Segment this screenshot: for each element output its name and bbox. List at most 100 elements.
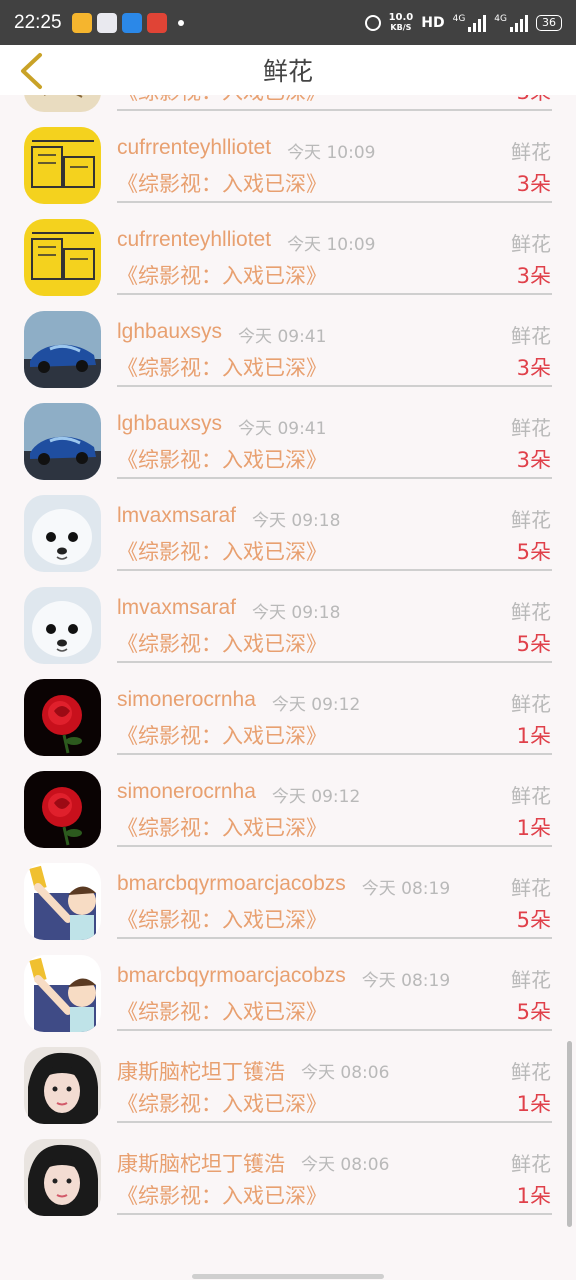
avatar-image: [24, 127, 101, 204]
video-app-icon: [121, 12, 142, 33]
program-title-link[interactable]: 《综影视：入戏已深》: [117, 1180, 327, 1210]
yellow-comic-avatar[interactable]: [24, 127, 101, 204]
avatar-image: [24, 1047, 101, 1124]
gift-type-label: 鲜花: [511, 140, 551, 164]
program-title-link[interactable]: 《综影视：入戏已深》: [117, 904, 327, 934]
cartoon-sketch-avatar[interactable]: [24, 95, 101, 112]
net-type-label: 4G: [452, 13, 466, 24]
gift-type-label: 鲜花: [511, 1152, 551, 1176]
list-item[interactable]: 康斯脑柁坦丁镬浩 今天 08:06 鲜花 《综影视：入戏已深》 1朵: [0, 1035, 576, 1127]
cartoon-selfie-avatar[interactable]: [24, 863, 101, 940]
row-divider: [117, 109, 552, 111]
user-name[interactable]: bmarcbqyrmoarcjacobzs: [117, 872, 346, 896]
weibo-icon: [71, 12, 92, 33]
row-divider: [117, 937, 552, 939]
avatar-image: [24, 95, 101, 112]
avatar-image: [24, 1139, 101, 1216]
home-indicator[interactable]: [192, 1274, 384, 1279]
gift-time: 今天 09:41: [238, 327, 327, 347]
hd-label: HD: [421, 14, 445, 31]
list-item[interactable]: cufrrenteyhlliotet 今天 10:09 鲜花 《综影视：入戏已深》 3朵: [0, 115, 576, 207]
blue-car-avatar[interactable]: [24, 403, 101, 480]
program-title-link[interactable]: 《综影视：入戏已深》: [117, 996, 327, 1026]
list-item[interactable]: 康斯脑柁坦丁镬浩 今天 08:06 鲜花 《综影视：入戏已深》 1朵: [0, 1127, 576, 1219]
user-name[interactable]: cufrrenteyhlliotet: [117, 136, 271, 160]
program-title-link[interactable]: 《综影视：入戏已深》: [117, 1088, 327, 1118]
girl-photo-avatar[interactable]: [24, 1047, 101, 1124]
cartoon-selfie-avatar[interactable]: [24, 955, 101, 1032]
flower-gift-list[interactable]: ds驍盔5努剱今天 10:12鲜花《综影视：入戏已深》3朵cufrrenteyh…: [0, 95, 576, 1280]
white-seal-avatar[interactable]: [24, 587, 101, 664]
avatar-image: [24, 403, 101, 480]
user-name[interactable]: bmarcbqyrmoarcjacobzs: [117, 964, 346, 988]
gift-type-label: 鲜花: [511, 968, 551, 992]
flower-count: 3朵: [516, 264, 551, 288]
program-title-link[interactable]: 《综影视：入戏已深》: [117, 812, 327, 842]
back-button[interactable]: [14, 51, 48, 91]
row-divider: [117, 1029, 552, 1031]
battery-icon: 36: [536, 14, 562, 31]
red-rose-avatar[interactable]: [24, 771, 101, 848]
user-name[interactable]: 康斯脑柁坦丁镬浩: [117, 1056, 285, 1086]
gift-type-label: 鲜花: [511, 508, 551, 532]
gift-time: 今天 09:12: [271, 695, 361, 715]
list-item[interactable]: lmvaxmsaraf 今天 09:18 鲜花 《综影视：入戏已深》 5朵: [0, 575, 576, 667]
list-item[interactable]: lghbauxsys 今天 09:41 鲜花 《综影视：入戏已深》 3朵: [0, 391, 576, 483]
avatar-image: [24, 955, 101, 1032]
yellow-comic-avatar[interactable]: [24, 219, 101, 296]
user-name[interactable]: 康斯脑柁坦丁镬浩: [117, 1148, 285, 1178]
flower-count: 3朵: [517, 95, 551, 106]
avatar-image: [24, 219, 101, 296]
user-name[interactable]: lghbauxsys: [117, 320, 222, 344]
gift-time: 今天 09:41: [238, 419, 327, 439]
program-title-link[interactable]: 《综影视：入戏已深》: [117, 720, 327, 750]
youku-icon: [96, 12, 117, 33]
list-item[interactable]: bmarcbqyrmoarcjacobzs 今天 08:19 鲜花 《综影视：入戏已深…: [0, 851, 576, 943]
gift-time: 今天 09:18: [252, 511, 341, 531]
program-title-link[interactable]: 《综影视：入戏已深》: [117, 628, 327, 658]
gift-type-label: 鲜花: [511, 600, 551, 624]
list-item[interactable]: lmvaxmsaraf 今天 09:18 鲜花 《综影视：入戏已深》 5朵: [0, 483, 576, 575]
blue-car-avatar[interactable]: [24, 311, 101, 388]
flower-count: 1朵: [516, 816, 551, 840]
avatar-image: [24, 311, 101, 388]
list-item[interactable]: lghbauxsys 今天 09:41 鲜花 《综影视：入戏已深》 3朵: [0, 299, 576, 391]
page-title: 鲜花: [262, 57, 313, 86]
list-item[interactable]: bmarcbqyrmoarcjacobzs 今天 08:19 鲜花《综影视：入戏已深…: [0, 943, 576, 1035]
program-title-link[interactable]: 《综影视：入戏已深》: [117, 444, 327, 474]
program-title-link[interactable]: 《综影视：入戏已深》: [117, 95, 327, 106]
list-item[interactable]: simonerocrnha 今天 09:12 鲜花 《综影视：入戏已深》 1朵: [0, 667, 576, 759]
user-name[interactable]: lmvaxmsaraf: [117, 504, 236, 528]
flower-count: 3朵: [516, 448, 551, 472]
red-rose-avatar[interactable]: [24, 679, 101, 756]
girl-photo-avatar[interactable]: [24, 1139, 101, 1216]
program-title-link[interactable]: 《综影视：入戏已深》: [117, 352, 327, 382]
gift-type-label: 鲜花: [511, 1060, 551, 1084]
gift-type-label: 鲜花: [511, 692, 551, 716]
speed-value: 10.0: [388, 11, 414, 23]
list-item[interactable]: ds驍盔5努剱今天 10:12鲜花《综影视：入戏已深》3朵: [0, 95, 576, 115]
avatar-image: [24, 679, 101, 756]
list-item[interactable]: cufrrenteyhlliotet 今天 10:09 鲜花 《综影视：入戏已深》 3朵: [0, 207, 576, 299]
row-divider: [117, 201, 552, 203]
user-name[interactable]: simonerocrnha: [117, 780, 256, 804]
gift-time: 今天 08:19: [361, 971, 451, 991]
scrollbar[interactable]: [567, 1041, 572, 1227]
row-divider: [117, 1121, 552, 1123]
program-title-link[interactable]: 《综影视：入戏已深》: [117, 536, 327, 566]
user-name[interactable]: lmvaxmsaraf: [117, 596, 236, 620]
flower-count: 5朵: [516, 632, 551, 656]
gift-time: 今天 08:06: [300, 1155, 390, 1175]
user-name[interactable]: simonerocrnha: [117, 688, 256, 712]
network-speed: 10.0 KB/S: [388, 11, 414, 33]
notification-icons: [71, 12, 184, 33]
list-item[interactable]: simonerocrnha 今天 09:12 鲜花 《综影视：入戏已深》 1朵: [0, 759, 576, 851]
gift-time: 今天 08:19: [361, 879, 451, 899]
chevron-left-icon: [21, 53, 42, 89]
program-title-link[interactable]: 《综影视：入戏已深》: [117, 260, 327, 290]
program-title-link[interactable]: 《综影视：入戏已深》: [117, 168, 327, 198]
white-seal-avatar[interactable]: [24, 495, 101, 572]
user-name[interactable]: cufrrenteyhlliotet: [117, 228, 271, 252]
alarm-icon: [364, 14, 381, 31]
user-name[interactable]: lghbauxsys: [117, 412, 222, 436]
